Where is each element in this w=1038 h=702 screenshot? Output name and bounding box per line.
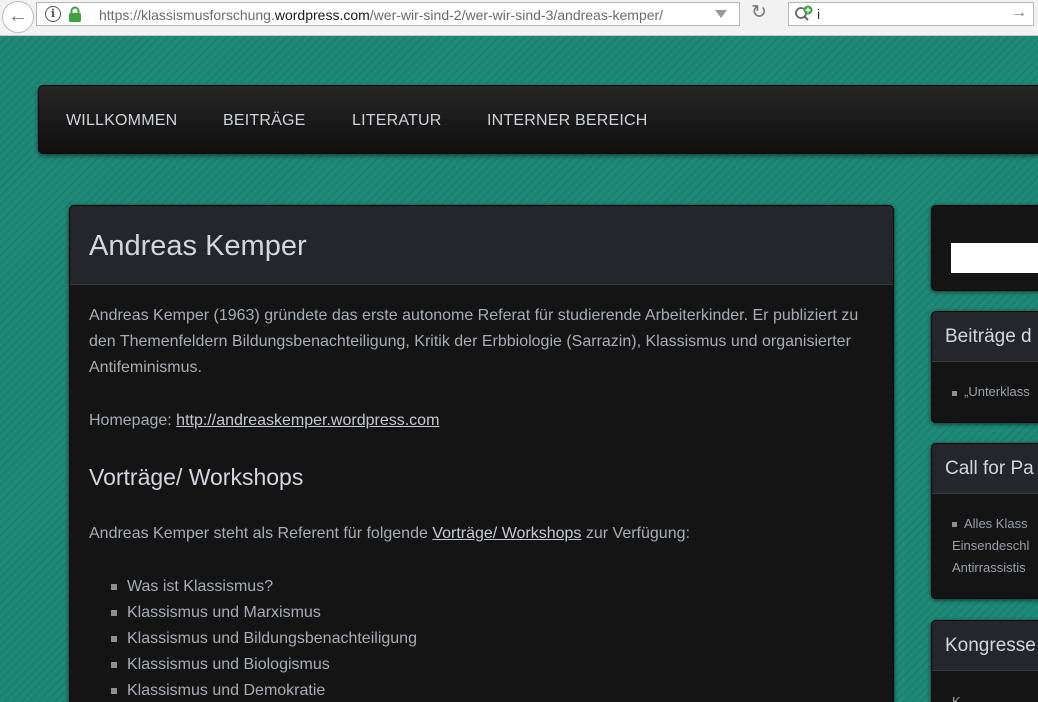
workshops-text-before: Andreas Kemper steht als Referent für fo… — [89, 525, 433, 542]
list-item: Klassismus und Demokratie — [110, 678, 417, 702]
sidebar-kongresse-widget: Kongresse K — [931, 620, 1038, 702]
topic-list: Was ist Klassismus? Klassismus und Marxi… — [110, 574, 417, 702]
sidebar-call-widget: Call for Pa Alles Klass Einsendeschl Ant… — [931, 443, 1038, 599]
article-panel: Andreas Kemper Andreas Kemper (1963) grü… — [69, 205, 894, 702]
url-text[interactable]: https://klassismusforschung.wordpress.co… — [99, 6, 699, 24]
list-item-label: Klassismus und Marxismus — [127, 604, 321, 621]
article-header: Andreas Kemper — [70, 206, 893, 285]
go-arrow-icon[interactable]: → — [1011, 4, 1027, 22]
square-bullet-icon — [111, 662, 117, 668]
list-item: Klassismus und Marxismus — [110, 600, 417, 626]
page-title: Andreas Kemper — [89, 230, 307, 262]
browser-toolbar: ← i https://klassismusforschung.wordpres… — [0, 0, 1038, 36]
url-path: /wer-wir-sind-2/wer-wir-sind-3/andreas-k… — [369, 7, 664, 23]
square-bullet-icon — [952, 391, 957, 396]
sidebar-call-text: Antirrassistis — [952, 560, 1026, 575]
square-bullet-icon — [111, 584, 117, 590]
url-prefix: https://klassismusforschung. — [99, 7, 275, 23]
widget-header: Call for Pa — [932, 444, 1038, 494]
sidebar-search-input[interactable] — [951, 243, 1038, 273]
square-bullet-icon — [952, 522, 957, 527]
widget-header: Kongresse — [932, 621, 1038, 671]
search-engine-icon[interactable] — [794, 5, 814, 23]
square-bullet-icon — [111, 688, 117, 694]
sidebar-call-link[interactable]: Alles Klass — [964, 515, 1028, 533]
lock-icon — [69, 6, 81, 22]
sidebar-post-link[interactable]: „Unterklass — [964, 383, 1030, 401]
workshops-paragraph: Andreas Kemper steht als Referent für fo… — [89, 521, 859, 547]
workshops-heading: Vorträge/ Workshops — [89, 464, 304, 490]
reload-icon[interactable]: ↻ — [740, 2, 778, 26]
square-bullet-icon — [111, 610, 117, 616]
homepage-link[interactable]: http://andreaskemper.wordpress.com — [176, 412, 439, 429]
url-host: wordpress.com — [274, 7, 370, 23]
intro-paragraph: Andreas Kemper (1963) gründete das erste… — [89, 307, 859, 376]
browser-search-input[interactable] — [817, 5, 997, 23]
widget-title-call: Call for Pa — [945, 458, 1034, 479]
nav-item-literatur[interactable]: LITERATUR — [352, 112, 442, 130]
back-arrow-icon[interactable]: ← — [2, 1, 34, 33]
sidebar-call-text: Einsendeschl — [952, 538, 1030, 553]
homepage-label: Homepage: — [89, 412, 177, 429]
list-item-label: Was ist Klassismus? — [127, 578, 274, 595]
square-bullet-icon — [111, 636, 117, 642]
main-navigation: WILLKOMMEN BEITRÄGE LITERATUR INTERNER B… — [38, 85, 1038, 154]
list-item: Was ist Klassismus? — [110, 574, 417, 600]
list-item: Klassismus und Bildungsbenachteiligung — [110, 626, 417, 652]
nav-item-interner-bereich[interactable]: INTERNER BEREICH — [487, 112, 648, 130]
list-item: Klassismus und Biologismus — [110, 652, 417, 678]
dropdown-arrow-icon[interactable] — [715, 10, 727, 18]
list-item-label: Klassismus und Bildungsbenachteiligung — [127, 630, 417, 647]
homepage-paragraph: Homepage: http://andreaskemper.wordpress… — [89, 408, 859, 434]
widget-title-posts: Beiträge d — [945, 326, 1032, 347]
address-bar[interactable]: i https://klassismusforschung.wordpress.… — [36, 2, 740, 26]
workshops-link[interactable]: Vorträge/ Workshops — [432, 525, 581, 542]
nav-item-beitraege[interactable]: BEITRÄGE — [223, 112, 306, 130]
list-item-label: Klassismus und Demokratie — [127, 682, 326, 699]
widget-title-kongresse: Kongresse — [945, 635, 1036, 656]
info-icon[interactable]: i — [45, 6, 61, 22]
sidebar-kongresse-text: K — [952, 694, 961, 702]
browser-search-bar[interactable]: → — [788, 2, 1034, 26]
sidebar-search-widget — [931, 205, 1038, 291]
sidebar-posts-widget: Beiträge d „Unterklass — [931, 311, 1038, 423]
nav-item-willkommen[interactable]: WILLKOMMEN — [66, 112, 177, 130]
widget-header: Beiträge d — [932, 312, 1038, 362]
list-item-label: Klassismus und Biologismus — [127, 656, 330, 673]
workshops-text-after: zur Verfügung: — [581, 525, 690, 542]
